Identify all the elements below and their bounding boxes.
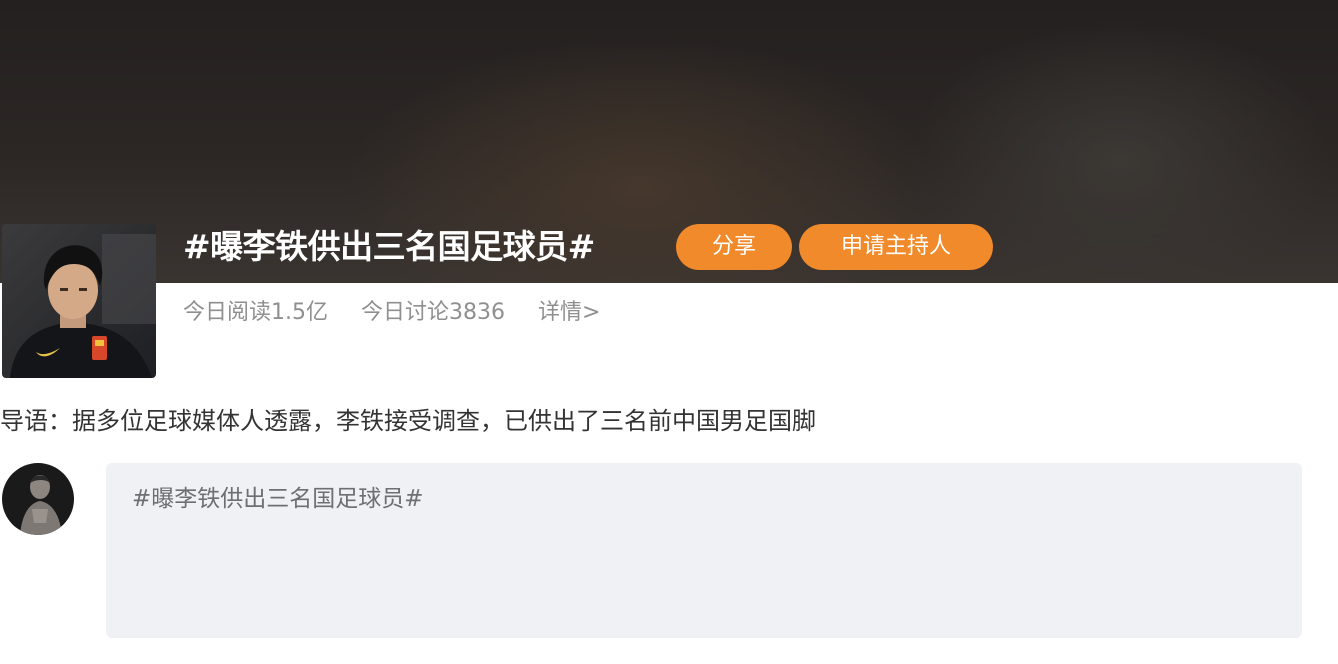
compose-prefilled-text: #曝李铁供出三名国足球员# xyxy=(132,486,424,512)
topic-intro: 导语：据多位足球媒体人透露，李铁接受调查，已供出了三名前中国男足国脚 xyxy=(0,407,816,435)
topic-title: #曝李铁供出三名国足球员# xyxy=(183,227,595,266)
today-read-count: 今日阅读1.5亿 xyxy=(183,300,328,325)
user-avatar[interactable] xyxy=(2,463,74,535)
coach-photo-icon xyxy=(2,224,156,378)
details-link[interactable]: 详情> xyxy=(538,300,600,325)
post-compose-box[interactable]: #曝李铁供出三名国足球员# xyxy=(106,463,1302,638)
topic-avatar-image xyxy=(2,224,156,378)
topic-stats: 今日阅读1.5亿 今日讨论3836 详情> xyxy=(183,297,626,329)
today-discuss-count: 今日讨论3836 xyxy=(361,300,505,325)
user-photo-icon xyxy=(2,463,74,535)
apply-host-button[interactable]: 申请主持人 xyxy=(799,224,993,270)
share-button[interactable]: 分享 xyxy=(676,224,792,270)
